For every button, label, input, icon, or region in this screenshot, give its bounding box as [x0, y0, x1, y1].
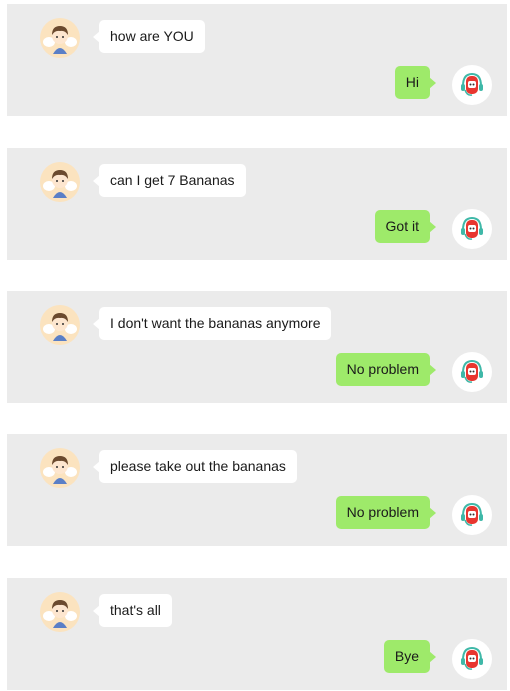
angel-boy-avatar-icon	[40, 18, 80, 58]
conversation-card: I don't want the bananas anymore No prob…	[7, 291, 507, 403]
user-message: please take out the bananas	[93, 450, 297, 483]
conversation-card: that's all Bye	[7, 578, 507, 690]
red-robot-avatar-icon	[452, 352, 492, 392]
user-message: how are YOU	[93, 20, 205, 53]
bot-reply: Bye	[383, 640, 437, 673]
conversation-card: can I get 7 Bananas Got it	[7, 148, 507, 260]
red-robot-avatar-icon	[452, 639, 492, 679]
user-message: can I get 7 Bananas	[93, 164, 246, 197]
bot-reply: No problem	[335, 496, 437, 529]
bot-reply: Got it	[374, 210, 437, 243]
conversation-card: please take out the bananas No problem	[7, 434, 507, 546]
angel-boy-avatar-icon	[40, 448, 80, 488]
red-robot-avatar-icon	[452, 209, 492, 249]
user-message: I don't want the bananas anymore	[92, 307, 332, 340]
red-robot-avatar-icon	[452, 65, 492, 105]
angel-boy-avatar-icon	[40, 592, 80, 632]
conversation-card: how are YOU Hi	[7, 4, 507, 116]
bot-reply: Hi	[394, 66, 437, 99]
angel-boy-avatar-icon	[40, 162, 80, 202]
user-message: that's all	[93, 594, 172, 627]
angel-boy-avatar-icon	[40, 305, 80, 345]
red-robot-avatar-icon	[452, 495, 492, 535]
bot-reply: No problem	[335, 353, 437, 386]
